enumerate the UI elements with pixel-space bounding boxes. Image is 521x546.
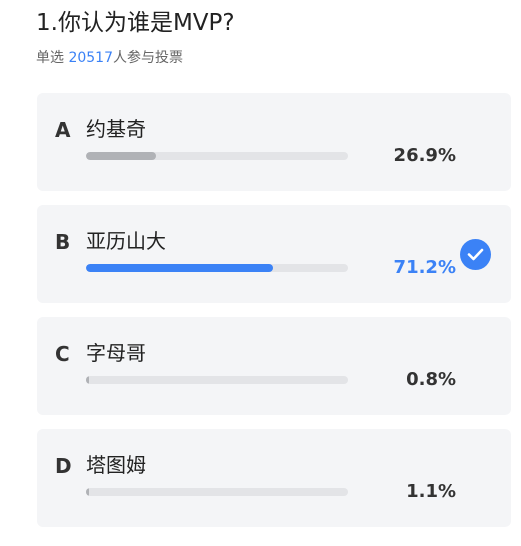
option-name: 约基奇 <box>86 117 146 141</box>
poll-meta: 单选 20517人参与投票 <box>36 47 183 69</box>
option-b[interactable]: B 亚历山大 71.2% <box>37 205 511 303</box>
option-name: 字母哥 <box>86 341 146 365</box>
vote-count: 20517 <box>68 50 113 66</box>
option-d[interactable]: D 塔图姆 1.1% <box>37 429 511 527</box>
option-percent: 1.1% <box>406 481 456 502</box>
option-progress-track <box>86 488 348 496</box>
option-name: 塔图姆 <box>86 453 146 477</box>
option-progress-track <box>86 376 348 384</box>
question-title: 1.你认为谁是MVP? <box>36 10 235 36</box>
option-progress-fill <box>86 264 273 272</box>
option-c[interactable]: C 字母哥 0.8% <box>37 317 511 415</box>
poll-options: A 约基奇 26.9% B 亚历山大 71.2% C 字母哥 0.8% D 塔图… <box>37 93 511 541</box>
option-letter: C <box>55 342 70 366</box>
option-progress-fill <box>86 488 89 496</box>
poll-type-label: 单选 <box>36 50 64 66</box>
option-letter: A <box>55 118 71 142</box>
option-letter: B <box>55 230 71 254</box>
vote-suffix: 人参与投票 <box>113 50 183 66</box>
check-circle-icon <box>460 239 491 270</box>
option-progress-track <box>86 152 348 160</box>
option-percent: 0.8% <box>406 369 456 390</box>
option-progress-fill <box>86 152 157 160</box>
option-name: 亚历山大 <box>86 229 166 253</box>
option-a[interactable]: A 约基奇 26.9% <box>37 93 511 191</box>
option-percent: 26.9% <box>393 145 456 166</box>
option-progress-track <box>86 264 348 272</box>
option-percent: 71.2% <box>393 257 456 278</box>
option-progress-fill <box>86 376 89 384</box>
option-letter: D <box>55 454 72 478</box>
